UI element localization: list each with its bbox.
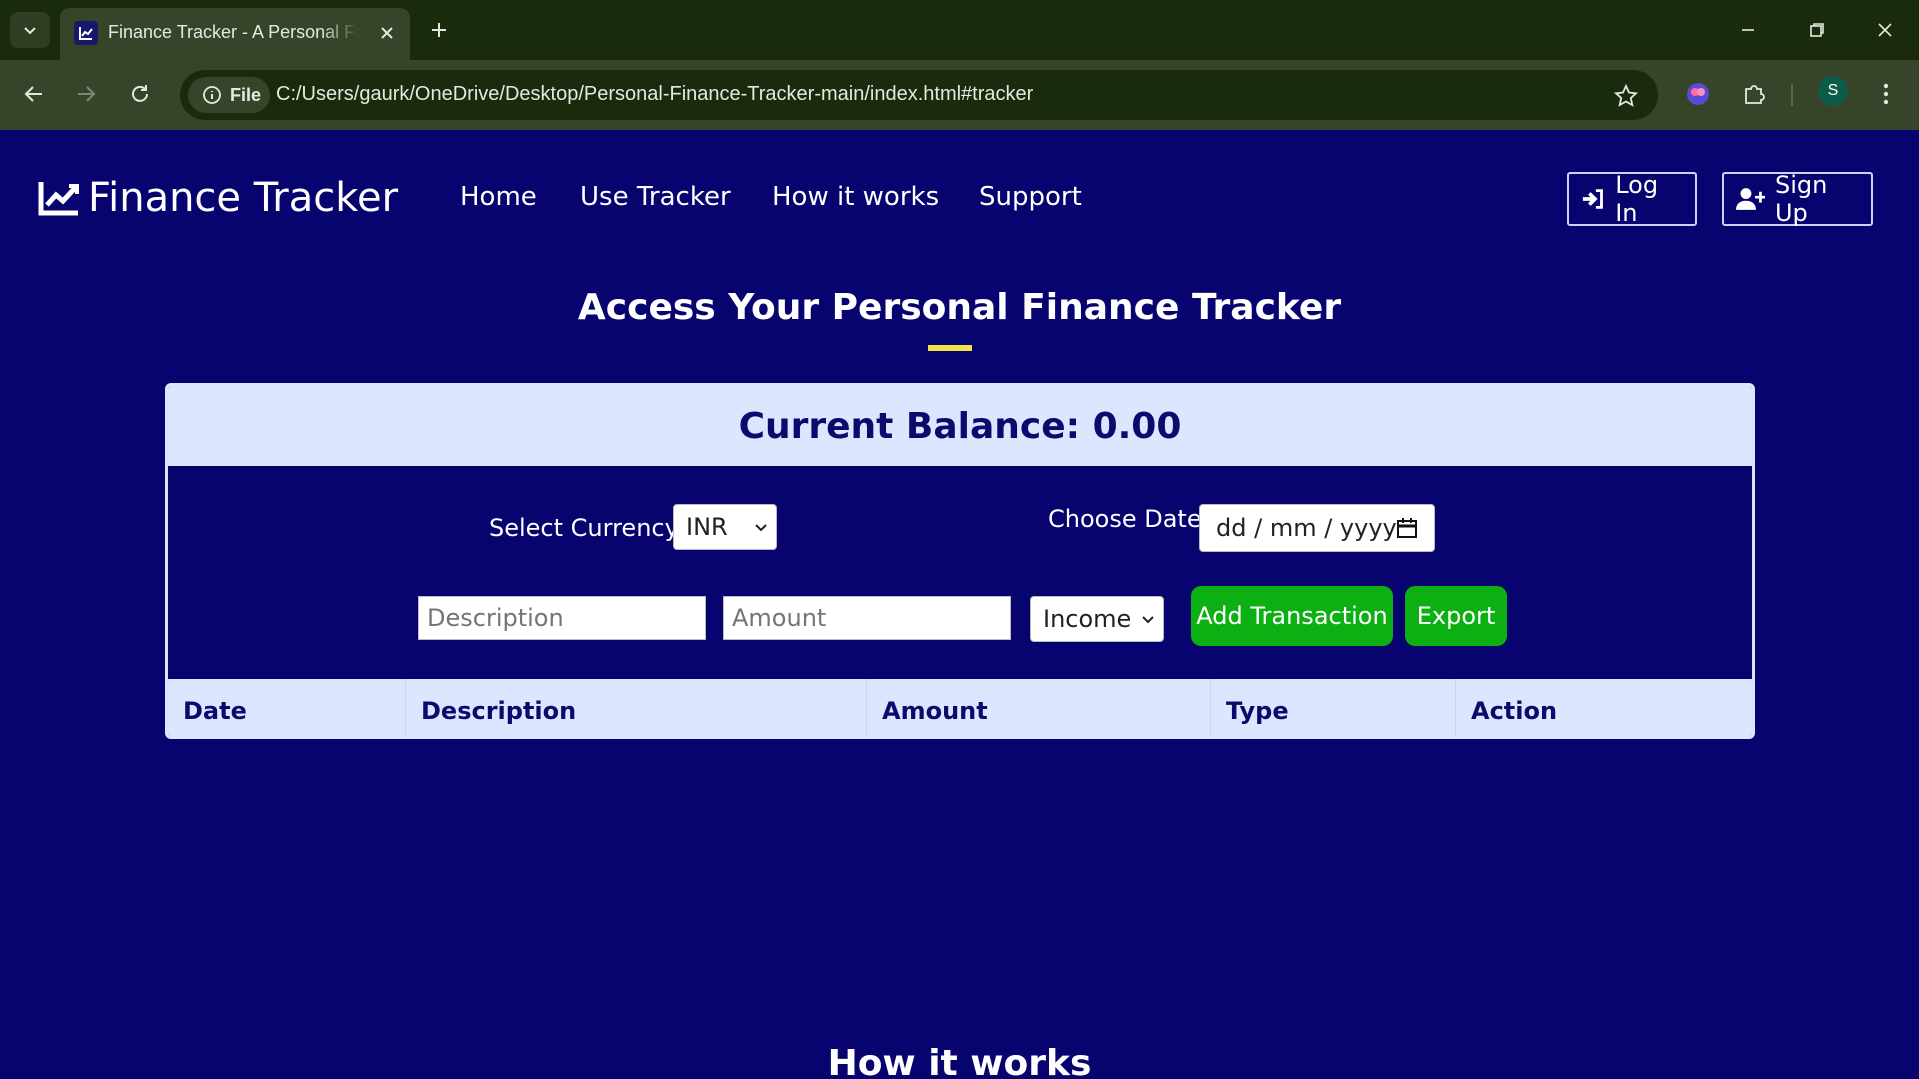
date-placeholder: dd / mm / yyyy: [1216, 514, 1397, 542]
browser-toolbar: File C:/Users/gaurk/OneDrive/Desktop/Per…: [0, 60, 1919, 130]
site-logo[interactable]: Finance Tracker: [38, 175, 398, 221]
chart-favicon-icon: [74, 21, 98, 45]
signup-label: Sign Up: [1774, 171, 1828, 227]
url-text[interactable]: C:/Users/gaurk/OneDrive/Desktop/Personal…: [276, 83, 1033, 106]
back-arrow-icon[interactable]: [16, 76, 52, 112]
user-plus-icon: [1736, 188, 1765, 210]
amount-input[interactable]: [723, 596, 1011, 640]
browser-tab-strip: Finance Tracker - A Personal Finance Tra…: [0, 0, 1919, 60]
nav-home[interactable]: Home: [460, 182, 537, 212]
close-window-icon[interactable]: [1865, 10, 1905, 50]
extensions-puzzle-icon[interactable]: [1736, 76, 1772, 112]
address-bar[interactable]: File C:/Users/gaurk/OneDrive/Desktop/Per…: [180, 70, 1658, 120]
login-label: Log In: [1615, 171, 1659, 227]
tab-search-button[interactable]: [10, 12, 50, 48]
column-action: Action: [1471, 696, 1558, 725]
currency-value: INR: [686, 513, 728, 541]
date-input[interactable]: dd / mm / yyyy: [1199, 504, 1435, 552]
chevron-down-icon: [755, 524, 767, 532]
new-tab-icon[interactable]: [424, 14, 454, 46]
file-label: File: [230, 84, 262, 105]
tracker-section-title: Access Your Personal Finance Tracker: [577, 287, 1342, 328]
column-type: Type: [1211, 679, 1456, 736]
export-button[interactable]: Export: [1405, 586, 1507, 646]
nav-use-tracker[interactable]: Use Tracker: [580, 182, 731, 212]
add-transaction-button[interactable]: Add Transaction: [1191, 586, 1393, 646]
type-select[interactable]: Income: [1030, 596, 1164, 642]
forward-arrow-icon[interactable]: [68, 76, 104, 112]
type-value: Income: [1043, 605, 1132, 633]
more-menu-icon[interactable]: [1868, 76, 1904, 112]
column-date: Date: [168, 679, 406, 736]
toolbar-divider: [1791, 84, 1793, 106]
login-button[interactable]: Log In: [1567, 171, 1697, 227]
chevron-down-icon: [1142, 616, 1154, 624]
tab-title: Finance Tracker - A Personal Finance Tra…: [108, 22, 358, 42]
description-input[interactable]: [418, 596, 706, 640]
site-header: Finance Tracker Home Use Tracker How it …: [0, 130, 1919, 270]
column-description: Description: [406, 679, 867, 736]
date-label: Choose Date:: [1048, 505, 1210, 533]
currency-select[interactable]: INR: [673, 504, 777, 550]
currency-label: Select Currency:: [489, 514, 686, 542]
restore-icon[interactable]: [1797, 10, 1837, 50]
calendar-icon[interactable]: [1396, 517, 1418, 539]
how-it-works-title: How it works: [827, 1043, 1092, 1079]
bookmark-star-icon[interactable]: [1612, 82, 1640, 110]
reload-icon[interactable]: [122, 76, 158, 112]
transaction-form: Select Currency: INR Choose Date: dd / m…: [168, 466, 1752, 679]
signup-button[interactable]: Sign Up: [1722, 171, 1873, 227]
sign-in-icon: [1582, 189, 1603, 209]
extension-brain-icon[interactable]: [1680, 76, 1716, 112]
info-icon: [203, 86, 221, 104]
site-info-chip[interactable]: File: [188, 77, 270, 113]
current-balance: Current Balance: 0.00: [168, 386, 1752, 466]
minimize-icon[interactable]: [1728, 10, 1768, 50]
chart-line-icon: [38, 182, 79, 216]
logo-text: Finance Tracker: [88, 175, 399, 221]
nav-support[interactable]: Support: [979, 182, 1082, 212]
profile-avatar[interactable]: S: [1818, 76, 1848, 106]
title-underline: [928, 345, 972, 351]
chevron-down-icon: [24, 27, 36, 35]
browser-tab[interactable]: Finance Tracker - A Personal Finance Tra…: [60, 8, 410, 60]
column-amount: Amount: [867, 679, 1211, 736]
close-tab-icon[interactable]: [374, 20, 400, 46]
tracker-card: Current Balance: 0.00 Select Currency: I…: [165, 383, 1755, 739]
nav-how-it-works[interactable]: How it works: [772, 182, 939, 212]
transactions-table-header: Date Description Amount Type Action: [168, 679, 1752, 736]
